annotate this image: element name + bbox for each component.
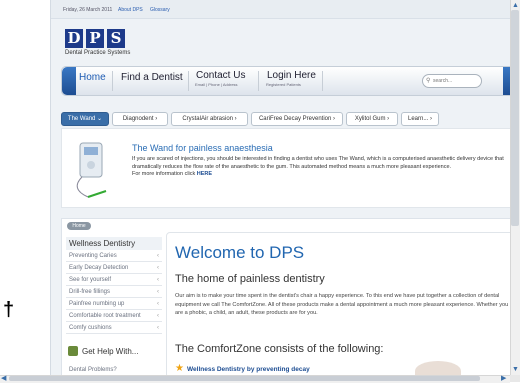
tab-label: CariFree Decay Prevention: [258, 116, 332, 122]
tab-learn[interactable]: Learn... ›: [401, 112, 439, 126]
sidebar-item-label: Comfortable root treatment: [69, 313, 141, 319]
nav-find-dentist[interactable]: Find a Dentist: [121, 72, 183, 83]
star-icon: ★: [175, 363, 184, 374]
horizontal-scroll-thumb[interactable]: [9, 376, 480, 381]
chevron-left-icon: ‹: [157, 265, 159, 271]
chevron-right-icon: ›: [430, 116, 433, 122]
intro-paragraph: Our aim is to make your time spent in th…: [175, 293, 509, 316]
nav-divider: [112, 71, 113, 91]
margin-mark: †: [3, 299, 15, 321]
nav-login[interactable]: Login Here: [267, 70, 316, 81]
nav-contact-sub: Email | Phone | Address: [195, 82, 238, 87]
tab-label: The Wand: [67, 116, 96, 122]
nav-home[interactable]: Home: [79, 72, 106, 83]
promo-text: If you are scared of injections, you sho…: [132, 156, 504, 170]
scroll-left-icon[interactable]: ◀: [1, 375, 6, 382]
decorative-image: [415, 361, 461, 375]
chevron-left-icon: ‹: [157, 253, 159, 259]
tab-the-wand[interactable]: The Wand ⌄: [61, 112, 109, 126]
current-date: Friday, 26 March 2011: [63, 7, 113, 13]
sidebar-item[interactable]: Preventing Caries ‹: [66, 251, 162, 262]
logo-tagline: Dental Practice Systems: [65, 50, 131, 56]
sidebar-item-label: Drill-free fillings: [69, 289, 111, 295]
promo-panel: The Wand for painless anaesthesia If you…: [61, 128, 510, 208]
chevron-right-icon: ›: [234, 116, 237, 122]
site-wrapper: Friday, 26 March 2011 About DPS Glossary…: [50, 0, 510, 375]
logo-letter-p: P: [86, 29, 104, 48]
section-heading: The home of painless dentistry: [175, 273, 325, 285]
sidebar-item-label: Preventing Caries: [69, 253, 117, 259]
browser-viewport: Friday, 26 March 2011 About DPS Glossary…: [0, 0, 510, 375]
main-navigation: Home Find a Dentist Contact Us Email | P…: [61, 66, 510, 96]
promo-title: The Wand for painless anaesthesia: [132, 143, 273, 153]
chevron-right-icon: ›: [333, 116, 336, 122]
nav-left-cap: [62, 67, 76, 95]
sidebar-heading[interactable]: Wellness Dentistry: [66, 237, 162, 250]
search-input[interactable]: ⚲ search...: [422, 74, 482, 88]
list-item-link[interactable]: Wellness Dentistry by preventing decay: [187, 366, 310, 373]
sidebar-item[interactable]: Early Decay Detection ‹: [66, 263, 162, 274]
sidebar-item[interactable]: See for yourself ‹: [66, 275, 162, 286]
chevron-right-icon: ›: [387, 116, 390, 122]
sidebar-item-label: Comfy cushions: [69, 325, 112, 331]
tab-label: Xylitol Gum: [354, 116, 386, 122]
sidebar-item-label: Early Decay Detection: [69, 265, 129, 271]
chevron-down-icon: ⌄: [97, 116, 103, 122]
scroll-right-icon[interactable]: ▶: [501, 375, 506, 382]
scroll-down-icon[interactable]: ▼: [512, 366, 519, 373]
promo-here-link[interactable]: HERE: [197, 171, 212, 177]
scrollbar-corner: [510, 375, 520, 382]
tab-crystalair[interactable]: CrystalAir abrasion ›: [171, 112, 248, 126]
help-heading: Get Help With...: [82, 347, 139, 356]
chevron-left-icon: ‹: [157, 277, 159, 283]
sidebar-item-dental-problems[interactable]: Dental Problems?: [66, 367, 162, 373]
scroll-up-icon[interactable]: ▲: [512, 2, 519, 9]
tab-label: CrystalAir abrasion: [182, 116, 233, 122]
top-bar: Friday, 26 March 2011 About DPS Glossary: [51, 0, 510, 19]
logo-letter-s: S: [107, 29, 125, 48]
logo-letter-d: D: [65, 29, 83, 48]
sidebar: Wellness Dentistry Preventing Caries ‹ Ea…: [66, 237, 162, 375]
tab-xylitol[interactable]: Xylitol Gum ›: [346, 112, 398, 126]
breadcrumb[interactable]: Home: [67, 222, 91, 230]
tab-label: Diagnodent: [122, 116, 154, 122]
sidebar-item[interactable]: Drill-free fillings ‹: [66, 287, 162, 298]
nav-divider: [188, 71, 189, 91]
vertical-scroll-thumb[interactable]: [511, 10, 519, 226]
chevron-left-icon: ‹: [157, 313, 159, 319]
page-title: Welcome to DPS: [175, 243, 305, 262]
sidebar-item-label: Painfree numbing up: [69, 301, 125, 307]
chevron-right-icon: ›: [155, 116, 158, 122]
nav-contact[interactable]: Contact Us: [196, 70, 245, 81]
tab-label: Learn...: [407, 116, 429, 122]
sidebar-item-label: See for yourself: [69, 277, 112, 283]
tab-diagnodent[interactable]: Diagnodent ›: [112, 112, 168, 126]
nav-divider: [322, 71, 323, 91]
wand-device-illustration: [76, 142, 107, 198]
content-panel: Welcome to DPS The home of painless dent…: [166, 232, 510, 375]
sidebar-item[interactable]: Painfree numbing up ‹: [66, 299, 162, 310]
section-heading: The ComfortZone consists of the followin…: [175, 343, 384, 355]
chevron-left-icon: ‹: [157, 301, 159, 307]
glossary-link[interactable]: Glossary: [150, 7, 170, 13]
search-icon: ⚲: [426, 78, 431, 84]
nav-right-cap: [503, 67, 510, 95]
sidebar-item[interactable]: Comfortable root treatment ‹: [66, 311, 162, 322]
sidebar-item-label: Dental Problems?: [69, 367, 117, 373]
nav-login-sub: Registered Patients: [266, 82, 301, 87]
help-icon: [68, 346, 78, 356]
search-placeholder: search...: [433, 78, 453, 84]
promo-body: If you are scared of injections, you sho…: [132, 156, 510, 179]
tab-carifree[interactable]: CariFree Decay Prevention ›: [251, 112, 343, 126]
about-link[interactable]: About DPS: [118, 7, 143, 13]
main-section: Home Wellness Dentistry Preventing Carie…: [61, 218, 510, 375]
chevron-left-icon: ‹: [157, 325, 159, 331]
sidebar-item[interactable]: Comfy cushions ‹: [66, 323, 162, 334]
chevron-left-icon: ‹: [157, 289, 159, 295]
promo-more-text: For more information click: [132, 171, 197, 178]
nav-divider: [258, 71, 259, 91]
